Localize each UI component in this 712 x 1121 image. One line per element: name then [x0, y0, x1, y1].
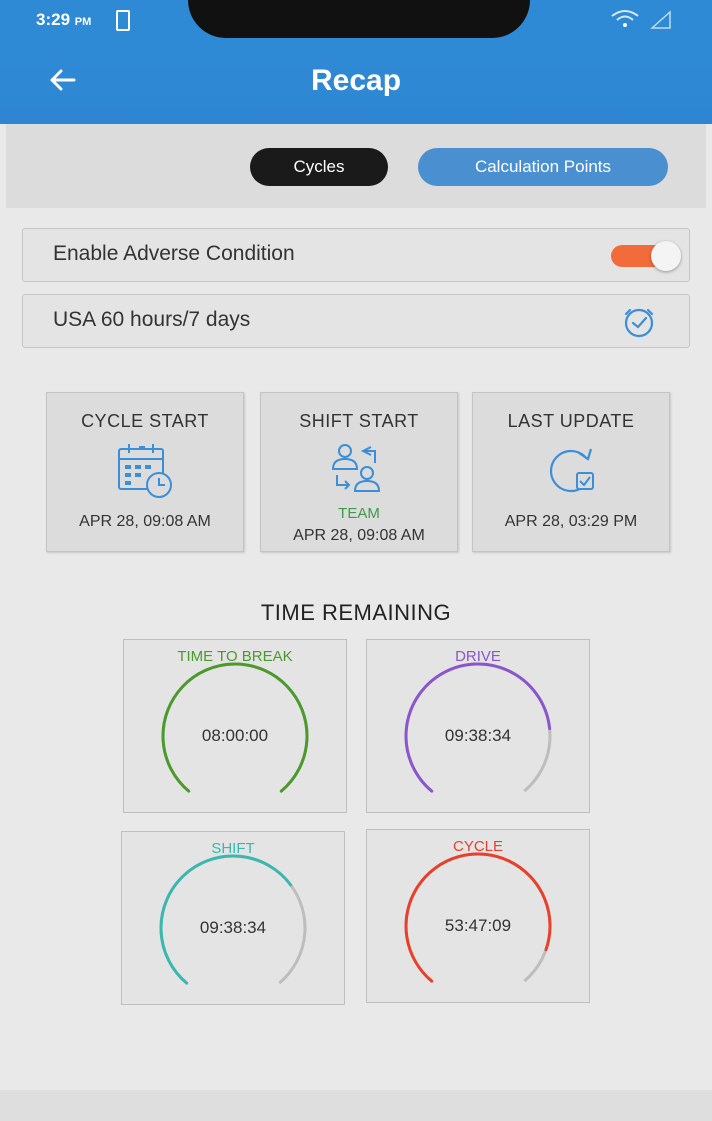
- toggle-knob: [651, 241, 681, 271]
- cycle-start-value: APR 28, 09:08 AM: [79, 513, 211, 530]
- gauge-value: 53:47:09: [444, 916, 512, 935]
- refresh-check-icon: [549, 448, 594, 493]
- shift-start-icon-wrap: [261, 441, 457, 504]
- tab-bar: Cycles Calculation Points: [6, 124, 706, 208]
- last-update-icon-wrap: [473, 441, 669, 506]
- system-nav-bar: [0, 1090, 712, 1121]
- tab-calculation-points[interactable]: Calculation Points: [418, 148, 668, 186]
- team-swap-icon: [331, 444, 381, 492]
- adverse-condition-toggle[interactable]: [611, 241, 681, 271]
- status-bar: 3:29 PM: [0, 0, 712, 40]
- page-title: Recap: [310, 64, 402, 97]
- gauge-value: 09:38:34: [199, 918, 267, 937]
- wifi-icon: [611, 10, 639, 27]
- ruleset-row[interactable]: USA 60 hours/7 days: [22, 294, 690, 348]
- adverse-condition-label: Enable Adverse Condition: [53, 242, 295, 265]
- cycle-start-card: CYCLE START APR 28, 09:08 AM: [46, 392, 244, 552]
- status-time: 3:29 PM: [36, 10, 91, 30]
- shift-start-title: SHIFT START: [299, 411, 419, 431]
- shift-start-value: APR 28, 09:08 AM: [293, 527, 425, 544]
- calendar-clock-icon: [118, 444, 172, 498]
- gauge-drive: DRIVE 09:38:34: [366, 639, 590, 813]
- last-update-card: LAST UPDATE APR 28, 03:29 PM: [472, 392, 670, 552]
- camera-notch: [188, 0, 530, 38]
- cycle-start-icon-wrap: [47, 441, 243, 506]
- last-update-title: LAST UPDATE: [507, 411, 635, 431]
- battery-icon: [116, 10, 130, 31]
- gauge-value: 09:38:34: [444, 726, 512, 745]
- tab-cycles[interactable]: Cycles: [250, 148, 388, 186]
- adverse-condition-row: Enable Adverse Condition: [22, 228, 690, 282]
- shift-start-team: TEAM: [338, 505, 380, 522]
- gauge-shift: SHIFT 09:38:34: [121, 831, 345, 1005]
- clock-check-icon[interactable]: [619, 305, 659, 339]
- gauge-time-to-break: TIME TO BREAK 08:00:00: [123, 639, 347, 813]
- last-update-value: APR 28, 03:29 PM: [504, 513, 638, 530]
- ruleset-label: USA 60 hours/7 days: [53, 308, 251, 331]
- gauge-value: 08:00:00: [201, 726, 269, 745]
- status-ampm: PM: [74, 16, 92, 28]
- gauge-cycle: CYCLE 53:47:09: [366, 829, 590, 1003]
- cycle-start-title: CYCLE START: [81, 411, 209, 431]
- shift-start-card: SHIFT START TEAM APR 28, 09:08 AM: [260, 392, 458, 552]
- time-remaining-heading: TIME REMAINING: [260, 600, 452, 625]
- status-time-value: 3:29: [36, 10, 71, 29]
- signal-icon: [650, 10, 671, 29]
- app-bar: Recap: [0, 40, 712, 124]
